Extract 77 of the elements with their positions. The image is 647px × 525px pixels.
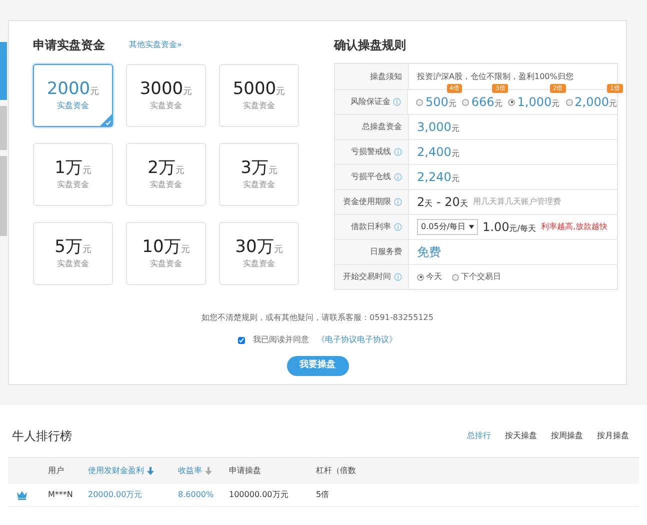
rate-note: 利率越高,放款越快 xyxy=(540,221,608,233)
table-cell: 8.6000% xyxy=(178,489,214,501)
rate-value: 1.00元/每天 xyxy=(482,219,536,236)
period-note: 用几天算几天账户管理费 xyxy=(472,196,561,208)
row-label: 操盘须知 xyxy=(370,70,402,82)
amount-text: 5万元 xyxy=(54,237,92,258)
caption-text: 实盘资金 xyxy=(57,258,89,270)
fee-value: 免费 xyxy=(417,244,441,261)
fund-option[interactable]: 2万元 实盘资金 xyxy=(126,143,206,206)
crown-icon xyxy=(16,490,28,500)
amount-text: 3万元 xyxy=(240,158,278,179)
agree-checkbox[interactable] xyxy=(238,336,245,344)
row-value: 投资沪深A股，仓位不限制，盈利100%归您 xyxy=(417,70,574,82)
column-header: 杠杆（倍数 xyxy=(316,465,356,477)
amount-value: 3,000元 xyxy=(417,119,460,136)
other-funds-link[interactable]: 其他实盘资金» xyxy=(129,39,182,51)
start-option[interactable]: 下个交易日 xyxy=(452,271,501,283)
row-label: 风险保证金 xyxy=(350,96,390,108)
amount-text: 30万元 xyxy=(235,237,283,258)
row-label: 借款日利率 xyxy=(351,221,391,233)
caption-text: 实盘资金 xyxy=(150,100,182,112)
section-title: 确认操盘规则 xyxy=(334,37,407,54)
caret-icon xyxy=(468,225,474,229)
agreement-link[interactable]: 《电子协议电子协议》 xyxy=(317,334,397,346)
section-title: 牛人排行榜 xyxy=(12,428,72,445)
margin-option[interactable]: 666元 xyxy=(462,93,502,111)
fund-option[interactable]: 5000元 实盘资金 xyxy=(219,64,299,127)
caption-text: 实盘资金 xyxy=(57,100,89,112)
table-cell: 100000.00万元 xyxy=(229,489,288,501)
amount-text: 1万元 xyxy=(54,158,92,179)
amount-value: 2,400元 xyxy=(417,144,460,161)
caption-text: 实盘资金 xyxy=(243,100,275,112)
ranking-tab[interactable]: 按天操盘 xyxy=(505,430,537,442)
fund-option[interactable]: 10万元 实盘资金 xyxy=(126,222,206,285)
amount-text: 2000元 xyxy=(46,79,100,100)
fund-option[interactable]: 3万元 实盘资金 xyxy=(219,143,299,206)
fund-option[interactable]: 3000元 实盘资金 xyxy=(126,64,206,127)
row-label: 日服务费 xyxy=(370,246,402,258)
row-label: 资金使用期限 xyxy=(343,196,391,208)
amount-text: 5000元 xyxy=(232,79,286,100)
margin-option[interactable]: 2,000元 xyxy=(566,93,617,111)
sort-arrow-icon[interactable] xyxy=(147,467,154,475)
caption-text: 实盘资金 xyxy=(57,178,89,191)
ranking-tab[interactable]: 按周操盘 xyxy=(551,430,583,442)
row-label: 亏损平仓线 xyxy=(351,171,391,183)
check-icon xyxy=(100,114,112,126)
agree-text: 我已阅读并同意 xyxy=(253,334,309,346)
table-cell: 5倍 xyxy=(316,489,330,501)
caption-text: 实盘资金 xyxy=(150,258,182,270)
amount-text: 3000元 xyxy=(140,79,192,100)
caption-text: 实盘资金 xyxy=(243,178,275,191)
margin-option[interactable]: 500元 xyxy=(416,93,456,111)
start-option[interactable]: 今天 xyxy=(417,271,442,283)
table-cell: 20000.00万元 xyxy=(88,489,142,501)
caption-text: 实盘资金 xyxy=(243,258,275,270)
contact-text: 如您不清楚规则，或有其他疑问，请联系客服：0591-83255125 xyxy=(202,312,434,324)
fund-option[interactable]: 2000元 实盘资金 xyxy=(33,64,113,127)
amount-text: 10万元 xyxy=(142,237,190,258)
column-header: 申请操盘 xyxy=(229,465,261,477)
caption-text: 实盘资金 xyxy=(150,178,182,191)
amount-text: 2万元 xyxy=(148,158,184,179)
row-label: 开始交易时间 xyxy=(343,271,391,283)
period-value: 2天 - 20天 xyxy=(417,194,468,211)
section-title: 申请实盘资金 xyxy=(33,37,105,54)
rate-select[interactable]: 0.05分/每日 xyxy=(417,219,478,235)
margin-option[interactable]: 1,000元 xyxy=(508,93,560,111)
fund-option[interactable]: 30万元 实盘资金 xyxy=(219,222,299,285)
table-cell: M***N xyxy=(48,489,73,501)
fund-option[interactable]: 1万元 实盘资金 xyxy=(33,143,113,206)
amount-value: 2,240元 xyxy=(417,169,460,186)
sort-arrow-icon[interactable] xyxy=(205,467,212,475)
column-header: 用户 xyxy=(48,465,64,477)
ranking-tab[interactable]: 总排行 xyxy=(467,430,491,442)
row-label: 总操盘资金 xyxy=(362,121,402,133)
ranking-tab[interactable]: 按月操盘 xyxy=(597,430,629,442)
row-label: 亏损警戒线 xyxy=(351,146,391,158)
fund-option[interactable]: 5万元 实盘资金 xyxy=(33,222,113,285)
